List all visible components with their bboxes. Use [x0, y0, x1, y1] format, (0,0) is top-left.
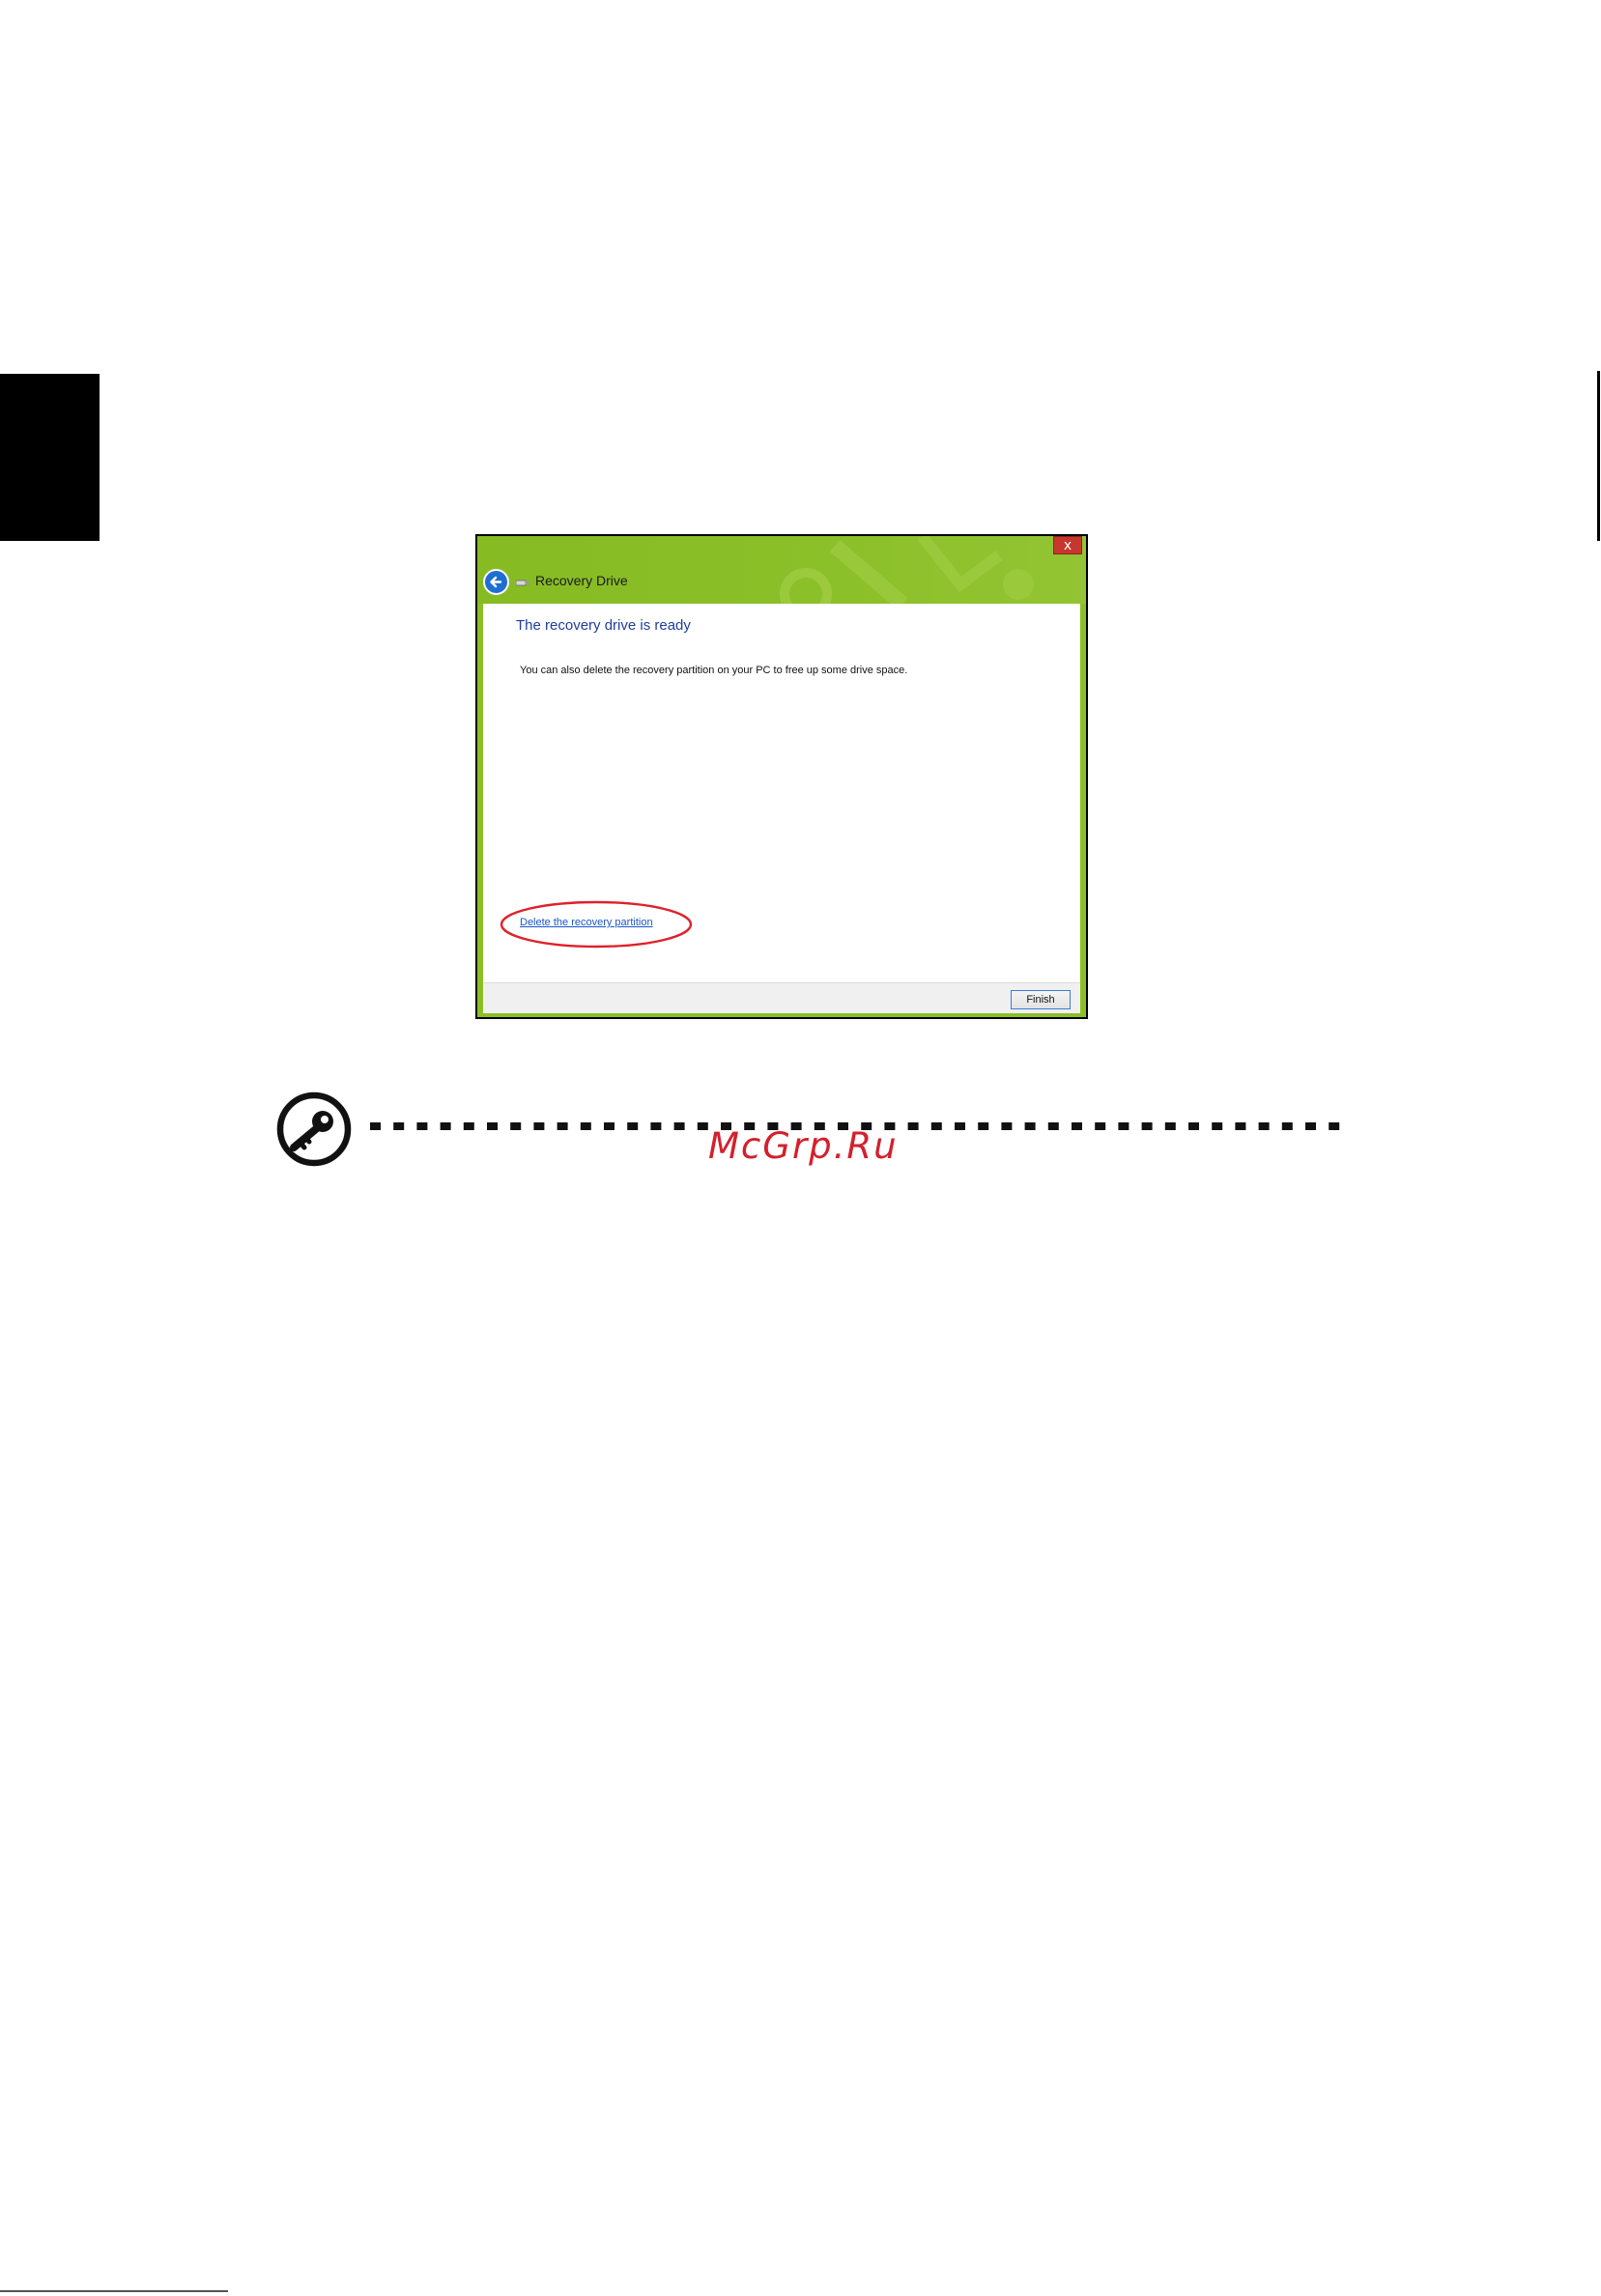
page-heading: The recovery drive is ready [516, 617, 691, 634]
footer-rule [0, 2290, 228, 2292]
button-bar: Finish [483, 982, 1080, 1013]
description-text: You can also delete the recovery partiti… [520, 665, 908, 676]
window-title: Recovery Drive [535, 573, 628, 588]
content-area: The recovery drive is ready You can also… [483, 604, 1080, 982]
close-icon: x [1063, 538, 1072, 553]
recovery-drive-window: x Recovery Drive The recovery drive is r… [475, 534, 1088, 1019]
title-bar: x Recovery Drive [477, 536, 1086, 604]
titlebar-decoration [780, 536, 1034, 604]
usb-drive-icon [516, 580, 529, 586]
back-button[interactable] [483, 569, 509, 595]
back-arrow-icon [490, 576, 502, 588]
chapter-tab [0, 374, 100, 541]
right-margin-rule [1597, 371, 1600, 541]
watermark: McGrp.Ru [708, 1125, 899, 1167]
finish-button[interactable]: Finish [1011, 990, 1071, 1009]
key-in-circle-icon [276, 1091, 352, 1167]
delete-recovery-partition-link[interactable]: Delete the recovery partition [520, 917, 653, 928]
close-button[interactable]: x [1053, 536, 1082, 554]
